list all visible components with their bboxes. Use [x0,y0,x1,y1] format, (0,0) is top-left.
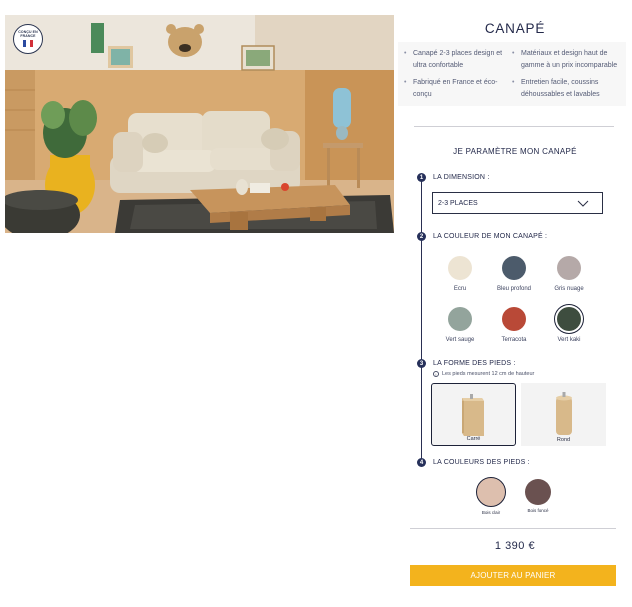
feet-color-bois-clair[interactable]: Bois clair [471,477,511,515]
bullet-icon: • [404,50,407,57]
feature-text: Matériaux et design haut de gamme à un p… [521,50,618,69]
info-icon: i [433,371,439,377]
color-swatch-vert-sauge[interactable]: Vert sauge [432,307,488,343]
feature-list: • Canapé 2-3 places design et ultra confo… [398,42,626,106]
color-swatch-gris-nuage[interactable]: Gris nuage [541,256,597,292]
bullet-icon: • [512,50,515,57]
feet-shape-carre[interactable]: Carré [431,383,516,446]
swatch-label: Vert kaki [557,337,581,343]
configurator-title: JE PARAMÈTRE MON CANAPÉ [453,147,577,156]
feature-item: • Matériaux et design haut de gamme à un … [512,48,620,73]
divider [410,528,616,529]
color-swatch-vert-kaki[interactable]: Vert kaki [541,307,597,343]
bullet-icon: • [404,79,407,86]
color-swatch-terracota[interactable]: Terracota [486,307,542,343]
color-swatch-bleu-profond[interactable]: Bleu profond [486,256,542,292]
product-title: CANAPÉ [484,21,546,36]
swatch-circle [476,477,506,507]
feet-height-note: i Les pieds mesurent 12 cm de hauteur [433,371,534,377]
step-label-feet-color: LA COULEURS DES PIEDS : [433,459,530,466]
add-to-cart-button[interactable]: AJOUTER AU PANIER [410,565,616,586]
swatch-label: Terracota [501,337,527,343]
feature-text: Fabriqué en France et éco-conçu [413,79,498,98]
made-in-france-badge: CONÇU EN FRANCE [13,24,43,54]
step-number-3: 3 [417,359,426,368]
swatch-circle [502,256,526,280]
step-label-dimension: LA DIMENSION : [433,174,490,181]
divider [414,126,614,127]
dimension-value: 2-3 PLACES [438,199,478,207]
step-label-feet-shape: LA FORME DES PIEDS : [433,360,516,367]
steps-timeline [421,178,422,463]
badge-text: CONÇU EN FRANCE [18,30,38,38]
swatch-circle [557,256,581,280]
feature-item: • Canapé 2-3 places design et ultra confo… [404,48,512,73]
bullet-icon: • [512,79,515,86]
swatch-label: Gris nuage [554,286,584,292]
product-image: CONÇU EN FRANCE [5,15,394,233]
feet-shape-rond[interactable]: Rond [521,383,606,446]
feet-color-bois-fonce[interactable]: Bois foncé [518,479,558,513]
feature-text: Canapé 2-3 places design et ultra confor… [413,50,503,69]
feet-note-text: Les pieds mesurent 12 cm de hauteur [442,371,535,377]
step-number-1: 1 [417,173,426,182]
swatch-label: Ecru [453,286,467,292]
feet-color-label: Bois clair [481,510,501,515]
product-config-panel: CANAPÉ • Canapé 2-3 places design et ultr… [398,0,632,607]
france-flag-icon [23,39,33,47]
feature-text: Entretien facile, coussins déhoussables … [521,79,600,98]
swatch-label: Vert sauge [445,337,475,343]
swatch-circle [448,307,472,331]
step-label-sofa-color: LA COULEUR DE MON CANAPÉ : [433,233,548,240]
chevron-down-icon [577,200,589,207]
swatch-label: Bleu profond [496,286,532,292]
step-number-2: 2 [417,232,426,241]
swatch-circle [448,256,472,280]
step-number-4: 4 [417,458,426,467]
swatch-circle [557,307,581,331]
feature-item: • Fabriqué en France et éco-conçu [404,77,512,102]
dimension-select[interactable]: 2-3 PLACES [432,192,603,214]
swatch-circle [525,479,551,505]
color-swatch-ecru[interactable]: Ecru [432,256,488,292]
swatch-circle [502,307,526,331]
feature-item: • Entretien facile, coussins déhoussables… [512,77,620,102]
feet-shape-label: Carré [466,436,481,442]
feet-color-label: Bois foncé [527,508,549,513]
price: 1 390 € [494,540,536,552]
feet-shape-label: Rond [556,437,571,443]
